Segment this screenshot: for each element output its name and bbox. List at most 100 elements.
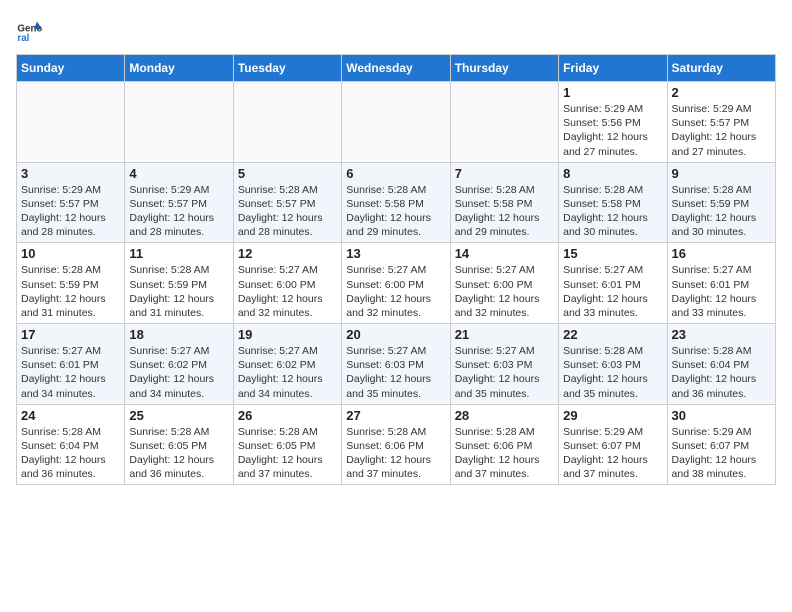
weekday-header-row: SundayMondayTuesdayWednesdayThursdayFrid…: [17, 55, 776, 82]
calendar-day-cell: [342, 82, 450, 163]
calendar-day-cell: 29 Sunrise: 5:29 AM Sunset: 6:07 PM Dayli…: [559, 404, 667, 485]
day-info: Sunrise: 5:27 AM Sunset: 6:00 PM Dayligh…: [455, 263, 554, 320]
day-info: Sunrise: 5:27 AM Sunset: 6:03 PM Dayligh…: [346, 344, 445, 401]
calendar-table: SundayMondayTuesdayWednesdayThursdayFrid…: [16, 54, 776, 485]
day-number: 7: [455, 166, 554, 181]
page-header: Gene ral: [16, 16, 776, 44]
day-number: 10: [21, 246, 120, 261]
day-info: Sunrise: 5:27 AM Sunset: 6:00 PM Dayligh…: [346, 263, 445, 320]
logo-icon: Gene ral: [16, 16, 44, 44]
day-info: Sunrise: 5:27 AM Sunset: 6:03 PM Dayligh…: [455, 344, 554, 401]
day-info: Sunrise: 5:28 AM Sunset: 5:59 PM Dayligh…: [21, 263, 120, 320]
svg-text:ral: ral: [17, 33, 29, 44]
calendar-day-cell: [233, 82, 341, 163]
day-info: Sunrise: 5:29 AM Sunset: 5:57 PM Dayligh…: [21, 183, 120, 240]
day-number: 27: [346, 408, 445, 423]
calendar-day-cell: [17, 82, 125, 163]
day-info: Sunrise: 5:27 AM Sunset: 6:00 PM Dayligh…: [238, 263, 337, 320]
day-number: 8: [563, 166, 662, 181]
calendar-day-cell: 20 Sunrise: 5:27 AM Sunset: 6:03 PM Dayli…: [342, 324, 450, 405]
day-number: 17: [21, 327, 120, 342]
calendar-day-cell: 5Sunrise: 5:28 AM Sunset: 5:57 PM Daylig…: [233, 162, 341, 243]
day-number: 16: [672, 246, 771, 261]
calendar-day-cell: 7 Sunrise: 5:28 AM Sunset: 5:58 PM Daylig…: [450, 162, 558, 243]
day-number: 11: [129, 246, 228, 261]
day-number: 28: [455, 408, 554, 423]
day-info: Sunrise: 5:28 AM Sunset: 6:04 PM Dayligh…: [21, 425, 120, 482]
calendar-day-cell: 18 Sunrise: 5:27 AM Sunset: 6:02 PM Dayli…: [125, 324, 233, 405]
calendar-day-cell: 27 Sunrise: 5:28 AM Sunset: 6:06 PM Dayli…: [342, 404, 450, 485]
day-info: Sunrise: 5:29 AM Sunset: 5:56 PM Dayligh…: [563, 102, 662, 159]
calendar-day-cell: [450, 82, 558, 163]
calendar-day-cell: 15Sunrise: 5:27 AM Sunset: 6:01 PM Dayli…: [559, 243, 667, 324]
calendar-day-cell: 11 Sunrise: 5:28 AM Sunset: 5:59 PM Dayli…: [125, 243, 233, 324]
calendar-day-cell: 17Sunrise: 5:27 AM Sunset: 6:01 PM Dayli…: [17, 324, 125, 405]
day-info: Sunrise: 5:28 AM Sunset: 6:06 PM Dayligh…: [455, 425, 554, 482]
day-info: Sunrise: 5:29 AM Sunset: 6:07 PM Dayligh…: [563, 425, 662, 482]
day-info: Sunrise: 5:27 AM Sunset: 6:01 PM Dayligh…: [672, 263, 771, 320]
day-info: Sunrise: 5:28 AM Sunset: 6:04 PM Dayligh…: [672, 344, 771, 401]
day-number: 18: [129, 327, 228, 342]
calendar-day-cell: 6 Sunrise: 5:28 AM Sunset: 5:58 PM Daylig…: [342, 162, 450, 243]
calendar-week-row: 1 Sunrise: 5:29 AM Sunset: 5:56 PM Daylig…: [17, 82, 776, 163]
calendar-day-cell: 30 Sunrise: 5:29 AM Sunset: 6:07 PM Dayli…: [667, 404, 775, 485]
weekday-header: Tuesday: [233, 55, 341, 82]
day-info: Sunrise: 5:27 AM Sunset: 6:02 PM Dayligh…: [238, 344, 337, 401]
day-info: Sunrise: 5:29 AM Sunset: 5:57 PM Dayligh…: [672, 102, 771, 159]
day-info: Sunrise: 5:29 AM Sunset: 5:57 PM Dayligh…: [129, 183, 228, 240]
day-info: Sunrise: 5:28 AM Sunset: 5:58 PM Dayligh…: [346, 183, 445, 240]
day-number: 14: [455, 246, 554, 261]
calendar-day-cell: 19Sunrise: 5:27 AM Sunset: 6:02 PM Dayli…: [233, 324, 341, 405]
day-number: 25: [129, 408, 228, 423]
day-number: 21: [455, 327, 554, 342]
calendar-day-cell: 23 Sunrise: 5:28 AM Sunset: 6:04 PM Dayli…: [667, 324, 775, 405]
day-number: 12: [238, 246, 337, 261]
day-info: Sunrise: 5:28 AM Sunset: 5:59 PM Dayligh…: [672, 183, 771, 240]
calendar-day-cell: 10 Sunrise: 5:28 AM Sunset: 5:59 PM Dayli…: [17, 243, 125, 324]
day-number: 1: [563, 85, 662, 100]
day-info: Sunrise: 5:28 AM Sunset: 5:59 PM Dayligh…: [129, 263, 228, 320]
day-info: Sunrise: 5:28 AM Sunset: 5:58 PM Dayligh…: [455, 183, 554, 240]
calendar-day-cell: 14 Sunrise: 5:27 AM Sunset: 6:00 PM Dayli…: [450, 243, 558, 324]
calendar-day-cell: 16 Sunrise: 5:27 AM Sunset: 6:01 PM Dayli…: [667, 243, 775, 324]
day-number: 23: [672, 327, 771, 342]
weekday-header: Sunday: [17, 55, 125, 82]
day-number: 22: [563, 327, 662, 342]
day-number: 24: [21, 408, 120, 423]
calendar-day-cell: 2 Sunrise: 5:29 AM Sunset: 5:57 PM Daylig…: [667, 82, 775, 163]
day-info: Sunrise: 5:28 AM Sunset: 5:58 PM Dayligh…: [563, 183, 662, 240]
calendar-week-row: 17Sunrise: 5:27 AM Sunset: 6:01 PM Dayli…: [17, 324, 776, 405]
calendar-day-cell: 8 Sunrise: 5:28 AM Sunset: 5:58 PM Daylig…: [559, 162, 667, 243]
day-info: Sunrise: 5:29 AM Sunset: 6:07 PM Dayligh…: [672, 425, 771, 482]
day-number: 26: [238, 408, 337, 423]
calendar-day-cell: 22 Sunrise: 5:28 AM Sunset: 6:03 PM Dayli…: [559, 324, 667, 405]
day-number: 2: [672, 85, 771, 100]
day-number: 13: [346, 246, 445, 261]
day-number: 29: [563, 408, 662, 423]
day-info: Sunrise: 5:27 AM Sunset: 6:02 PM Dayligh…: [129, 344, 228, 401]
day-info: Sunrise: 5:28 AM Sunset: 6:05 PM Dayligh…: [238, 425, 337, 482]
calendar-day-cell: 24 Sunrise: 5:28 AM Sunset: 6:04 PM Dayli…: [17, 404, 125, 485]
calendar-day-cell: 9 Sunrise: 5:28 AM Sunset: 5:59 PM Daylig…: [667, 162, 775, 243]
day-info: Sunrise: 5:27 AM Sunset: 6:01 PM Dayligh…: [563, 263, 662, 320]
day-info: Sunrise: 5:28 AM Sunset: 5:57 PM Dayligh…: [238, 183, 337, 240]
weekday-header: Monday: [125, 55, 233, 82]
day-number: 20: [346, 327, 445, 342]
calendar-day-cell: 25Sunrise: 5:28 AM Sunset: 6:05 PM Dayli…: [125, 404, 233, 485]
calendar-week-row: 10 Sunrise: 5:28 AM Sunset: 5:59 PM Dayli…: [17, 243, 776, 324]
day-number: 9: [672, 166, 771, 181]
day-number: 6: [346, 166, 445, 181]
day-number: 30: [672, 408, 771, 423]
calendar-day-cell: 1 Sunrise: 5:29 AM Sunset: 5:56 PM Daylig…: [559, 82, 667, 163]
weekday-header: Saturday: [667, 55, 775, 82]
day-info: Sunrise: 5:28 AM Sunset: 6:06 PM Dayligh…: [346, 425, 445, 482]
calendar-day-cell: 26 Sunrise: 5:28 AM Sunset: 6:05 PM Dayli…: [233, 404, 341, 485]
calendar-day-cell: 12 Sunrise: 5:27 AM Sunset: 6:00 PM Dayli…: [233, 243, 341, 324]
day-number: 4: [129, 166, 228, 181]
day-info: Sunrise: 5:28 AM Sunset: 6:03 PM Dayligh…: [563, 344, 662, 401]
calendar-week-row: 3Sunrise: 5:29 AM Sunset: 5:57 PM Daylig…: [17, 162, 776, 243]
calendar-day-cell: [125, 82, 233, 163]
calendar-day-cell: 13 Sunrise: 5:27 AM Sunset: 6:00 PM Dayli…: [342, 243, 450, 324]
calendar-day-cell: 3Sunrise: 5:29 AM Sunset: 5:57 PM Daylig…: [17, 162, 125, 243]
weekday-header: Thursday: [450, 55, 558, 82]
